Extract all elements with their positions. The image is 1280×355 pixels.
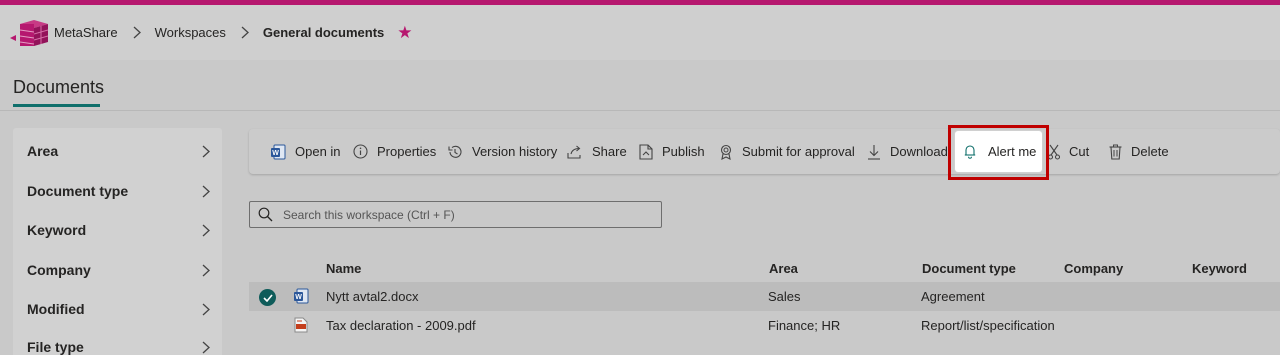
chevron-right-icon [133, 26, 141, 39]
command-bar: W Open in Properties Version history Sha… [249, 129, 1280, 174]
cell-name[interactable]: Tax declaration - 2009.pdf [326, 318, 476, 333]
breadcrumb-metashare[interactable]: MetaShare [54, 25, 118, 40]
download-button[interactable]: Download [867, 129, 948, 174]
workspace-search [249, 201, 662, 228]
filter-modified[interactable]: Modified [13, 290, 222, 328]
chevron-right-icon [202, 224, 210, 236]
column-header-document-type[interactable]: Document type [922, 261, 1016, 276]
filter-label: File type [27, 339, 84, 355]
chevron-right-icon [202, 303, 210, 315]
word-icon: W [270, 144, 286, 160]
scissors-icon [1048, 144, 1060, 160]
properties-button[interactable]: Properties [353, 129, 436, 174]
svg-text:W: W [295, 294, 302, 301]
filter-keyword[interactable]: Keyword [13, 211, 222, 249]
submit-for-approval-button[interactable]: Submit for approval [719, 129, 855, 174]
svg-text:W: W [272, 150, 279, 157]
chevron-right-icon [241, 26, 249, 39]
page-header: Documents [0, 60, 1280, 111]
filter-label: Company [27, 262, 91, 278]
info-icon [353, 144, 368, 159]
metashare-logo[interactable] [10, 18, 48, 48]
active-tab-indicator [13, 104, 100, 107]
cut-button[interactable]: Cut [1048, 129, 1089, 174]
cell-area: Finance; HR [768, 318, 841, 333]
page-title[interactable]: Documents [13, 77, 104, 98]
share-icon [567, 144, 583, 159]
filter-company[interactable]: Company [13, 251, 222, 289]
publish-button[interactable]: Publish [639, 129, 705, 174]
breadcrumb: MetaShare Workspaces General documents ★ [54, 5, 413, 60]
download-icon [867, 144, 881, 160]
chevron-right-icon [202, 341, 210, 353]
history-icon [447, 144, 463, 160]
word-icon: W [293, 288, 309, 307]
filter-label: Keyword [27, 222, 87, 238]
filter-panel: Area Document type Keyword Company Modif… [13, 128, 222, 355]
publish-document-icon [639, 143, 653, 160]
selected-checkmark-icon[interactable] [259, 289, 276, 306]
trash-icon [1109, 144, 1122, 160]
column-header-name[interactable]: Name [326, 261, 361, 276]
search-icon [258, 207, 273, 222]
cell-name[interactable]: Nytt avtal2.docx [326, 289, 419, 304]
column-header-keyword[interactable]: Keyword [1192, 261, 1247, 276]
column-header-company[interactable]: Company [1064, 261, 1123, 276]
table-row[interactable]: Tax declaration - 2009.pdf Finance; HR R… [249, 311, 1280, 340]
cell-area: Sales [768, 289, 801, 304]
search-input[interactable] [283, 207, 643, 222]
bell-icon [964, 144, 976, 159]
filter-label: Modified [27, 301, 85, 317]
delete-button[interactable]: Delete [1109, 129, 1169, 174]
filter-label: Area [27, 143, 59, 159]
table-row[interactable]: W Nytt avtal2.docx Sales Agreement [249, 282, 1280, 311]
ribbon-award-icon [719, 144, 733, 160]
chevron-right-icon [202, 185, 210, 197]
chevron-right-icon [202, 145, 210, 157]
breadcrumb-workspaces[interactable]: Workspaces [155, 25, 226, 40]
alert-me-button[interactable]: Alert me [955, 131, 1042, 172]
filter-label: Document type [27, 183, 129, 199]
filter-file-type[interactable]: File type [13, 328, 222, 355]
chevron-right-icon [202, 264, 210, 276]
pdf-icon [293, 317, 309, 336]
share-button[interactable]: Share [567, 129, 627, 174]
filter-document-type[interactable]: Document type [13, 172, 222, 210]
open-in-button[interactable]: W Open in [270, 129, 341, 174]
cell-document-type: Agreement [921, 289, 985, 304]
column-header-area[interactable]: Area [769, 261, 798, 276]
favorite-star-icon[interactable]: ★ [397, 24, 412, 41]
top-navigation: MetaShare Workspaces General documents ★ [0, 5, 1280, 60]
breadcrumb-general-documents[interactable]: General documents [263, 25, 384, 40]
cell-document-type: Report/list/specification [921, 318, 1055, 333]
version-history-button[interactable]: Version history [447, 129, 557, 174]
filter-area[interactable]: Area [13, 132, 222, 170]
